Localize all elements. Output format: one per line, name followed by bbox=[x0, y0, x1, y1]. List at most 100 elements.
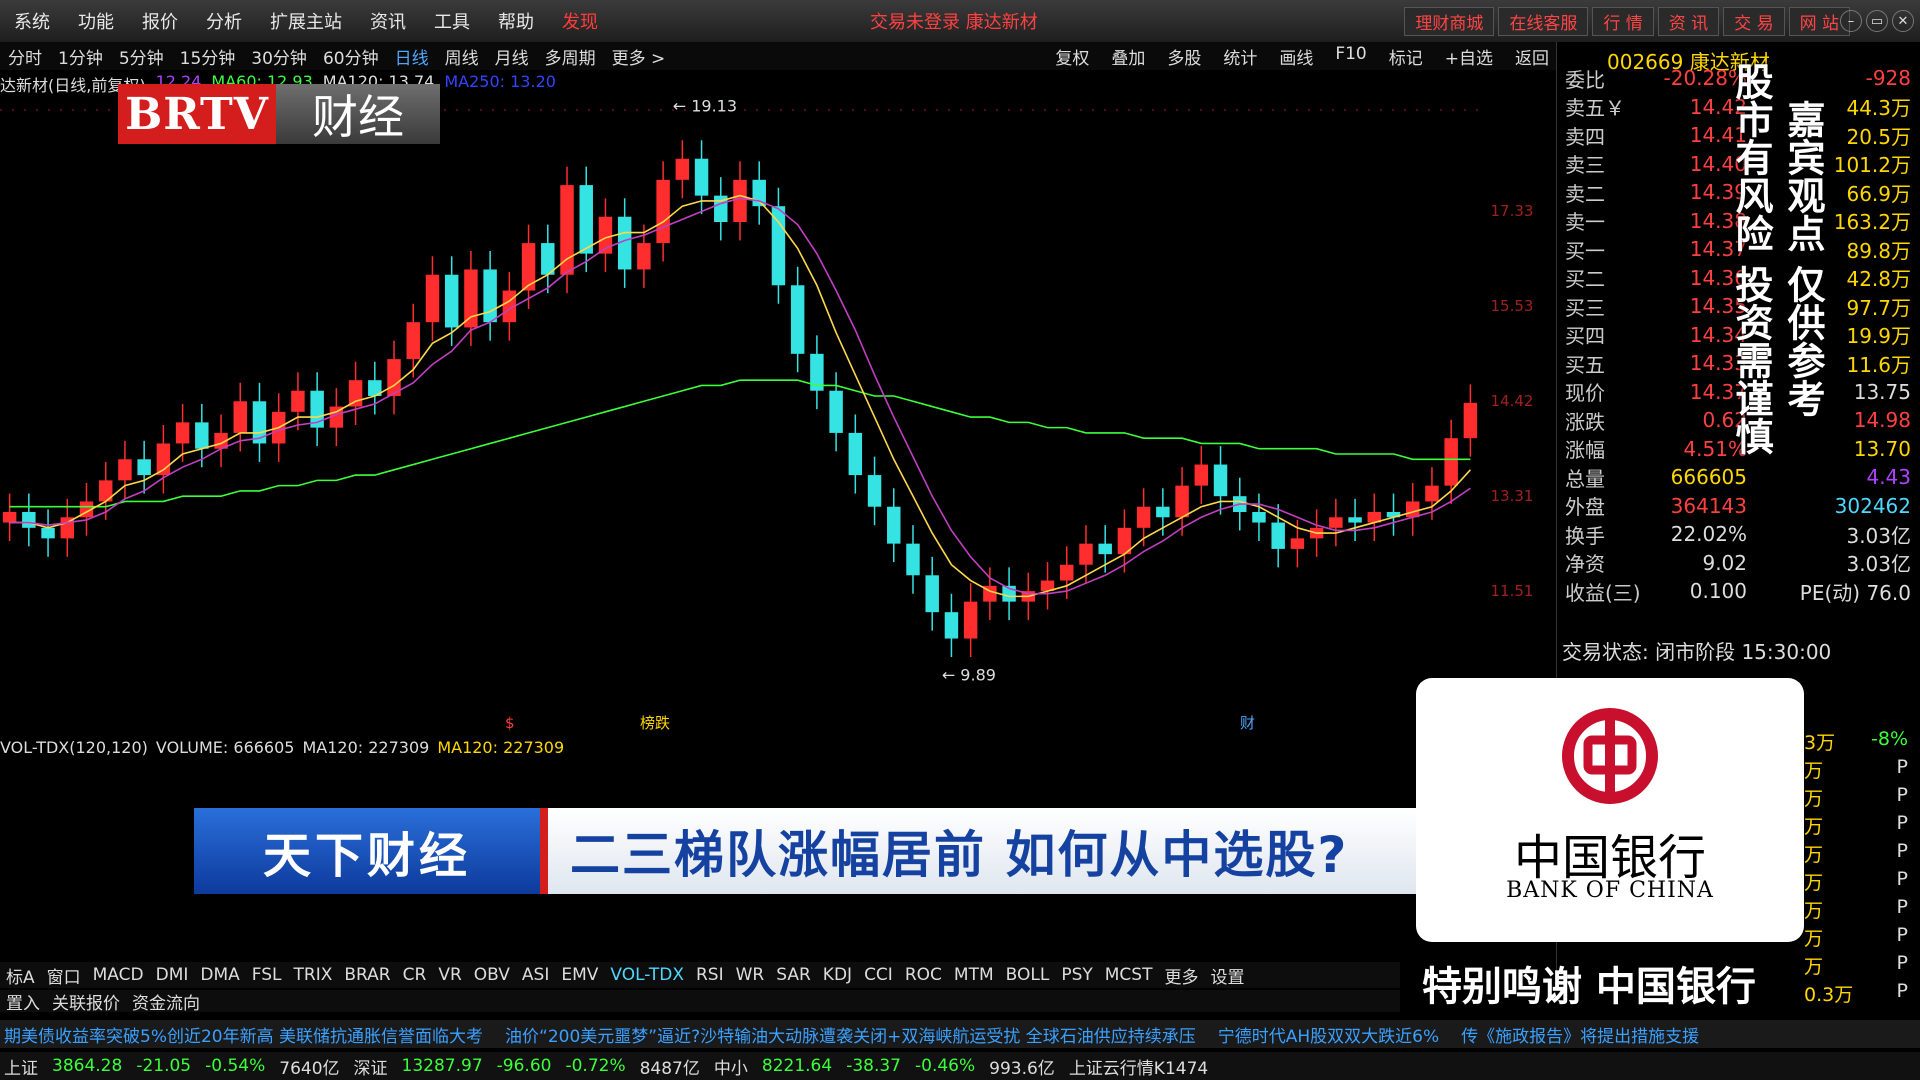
quote-value-right: 11.6万 bbox=[1846, 352, 1911, 377]
indicator-tab[interactable]: BOLL bbox=[1000, 965, 1056, 985]
tick-flag: P bbox=[1896, 980, 1908, 1002]
menu-item[interactable]: 帮助 bbox=[484, 8, 548, 34]
top-tab[interactable]: 交 易 bbox=[1723, 6, 1785, 36]
sub-tab[interactable]: 置入 bbox=[0, 989, 46, 1014]
tick-flag: P bbox=[1896, 868, 1908, 890]
sub-tab[interactable]: 资金流向 bbox=[126, 989, 206, 1014]
menu-item[interactable]: 系统 bbox=[0, 8, 64, 34]
news-item[interactable]: 期美债收益率突破5%创近20年新高 美联储抗通胀信誉面临大考 bbox=[4, 1022, 483, 1047]
tool-button[interactable]: +自选 bbox=[1434, 44, 1504, 69]
index-value: 993.6亿 bbox=[989, 1058, 1055, 1079]
tick-volume: 万 bbox=[1804, 872, 1824, 894]
period-tab[interactable]: 更多 > bbox=[604, 44, 674, 69]
period-tab[interactable]: 1分钟 bbox=[50, 44, 111, 69]
menu-item[interactable]: 扩展主站 bbox=[256, 8, 356, 34]
indicator-tab[interactable]: VR bbox=[432, 965, 467, 985]
indicator-tab[interactable]: EMV bbox=[555, 965, 604, 985]
period-tab[interactable]: 60分钟 bbox=[315, 44, 387, 69]
program-name: 天下财经 bbox=[194, 808, 540, 894]
period-tab[interactable]: 15分钟 bbox=[172, 44, 244, 69]
trade-state: 交易状态: 闭市阶段 15:30:00 bbox=[1562, 640, 1832, 664]
period-tab[interactable]: 多周期 bbox=[537, 44, 604, 69]
chart-mark: $ bbox=[505, 714, 515, 732]
restore-icon[interactable]: ▭ bbox=[1866, 10, 1888, 32]
top-tab[interactable]: 行 情 bbox=[1592, 6, 1654, 36]
indicator-tab[interactable]: SAR bbox=[770, 965, 817, 985]
news-item[interactable]: 油价“200美元噩梦”逼近?沙特输油大动脉遭袭关闭+双海峡航运受扰 全球石油供应… bbox=[505, 1022, 1196, 1047]
top-tab[interactable]: 理财商城 bbox=[1404, 6, 1495, 36]
tool-button[interactable]: 统计 bbox=[1212, 44, 1268, 69]
news-item[interactable]: 宁德时代AH股双双大跌近6% bbox=[1218, 1022, 1439, 1047]
sub-tab[interactable]: 关联报价 bbox=[46, 989, 126, 1014]
period-tab[interactable]: 30分钟 bbox=[243, 44, 315, 69]
tool-button[interactable]: F10 bbox=[1324, 44, 1377, 69]
indicator-tab[interactable]: 设置 bbox=[1204, 963, 1250, 988]
candle-body bbox=[1425, 485, 1439, 502]
indicator-tab[interactable]: OBV bbox=[468, 965, 516, 985]
tool-button[interactable]: 返回 bbox=[1504, 44, 1560, 69]
top-tab[interactable]: 在线客服 bbox=[1498, 6, 1589, 36]
period-tab[interactable]: 日线 bbox=[387, 44, 437, 69]
period-tab[interactable]: 周线 bbox=[437, 44, 487, 69]
period-tab[interactable]: 分时 bbox=[0, 44, 50, 69]
indicator-tab[interactable]: DMA bbox=[194, 965, 245, 985]
tick-volume: 万 bbox=[1804, 844, 1824, 866]
close-icon[interactable]: ✕ bbox=[1892, 10, 1914, 32]
indicator-tab[interactable]: CR bbox=[397, 965, 433, 985]
top-tab[interactable]: 资 讯 bbox=[1657, 6, 1720, 36]
tick-flag: P bbox=[1896, 952, 1908, 974]
banner-divider bbox=[540, 808, 548, 894]
menu-item[interactable]: 功能 bbox=[64, 8, 128, 34]
indicator-tab[interactable]: FSL bbox=[246, 965, 288, 985]
candle-body bbox=[425, 274, 440, 323]
indicator-tab[interactable]: WR bbox=[730, 965, 771, 985]
quote-label: 换手 bbox=[1565, 523, 1605, 548]
candle-body bbox=[1175, 485, 1189, 518]
indicator-tab[interactable]: ASI bbox=[516, 965, 555, 985]
indicator-tab[interactable]: BRAR bbox=[338, 965, 396, 985]
indicator-tab[interactable]: 标A bbox=[0, 963, 41, 988]
tool-button[interactable]: 标记 bbox=[1378, 44, 1434, 69]
candle-body bbox=[1079, 543, 1093, 565]
menu-item[interactable]: 发现 bbox=[548, 8, 612, 34]
indicator-tab[interactable]: ROC bbox=[899, 965, 948, 985]
candle-body bbox=[1060, 564, 1074, 581]
indicator-tab[interactable]: CCI bbox=[858, 965, 899, 985]
period-tab[interactable]: 月线 bbox=[487, 44, 537, 69]
menu-item[interactable]: 报价 bbox=[128, 8, 192, 34]
indicator-tab[interactable]: MCST bbox=[1099, 965, 1159, 985]
indicator-tab[interactable]: VOL-TDX bbox=[604, 965, 690, 985]
tick-flag: P bbox=[1896, 924, 1908, 946]
tick-volume: 万 bbox=[1804, 928, 1824, 950]
news-item[interactable]: 传《施政报告》将提出措施支援 bbox=[1461, 1022, 1699, 1047]
indicator-tab[interactable]: MACD bbox=[87, 965, 150, 985]
candle-body bbox=[464, 269, 478, 328]
tick-volume: 3万 bbox=[1804, 732, 1836, 754]
indicator-tab[interactable]: RSI bbox=[690, 965, 730, 985]
menu-item[interactable]: 分析 bbox=[192, 8, 256, 34]
kline-chart[interactable]: 17.33 15.53 14.42 13.31 11.51 ← 19.13 ← 9.89 $ 榜… bbox=[0, 96, 1556, 736]
menu-item[interactable]: 工具 bbox=[420, 8, 484, 34]
quote-label: 卖四 bbox=[1565, 124, 1605, 149]
menu-item[interactable]: 资讯 bbox=[356, 8, 420, 34]
tool-button[interactable]: 复权 bbox=[1044, 44, 1100, 69]
indicator-tab[interactable]: PSY bbox=[1055, 965, 1098, 985]
tool-button[interactable]: 叠加 bbox=[1100, 44, 1156, 69]
guest-disclaimer-text: 嘉宾观点 仅供参考 bbox=[1781, 100, 1825, 418]
indicator-tab[interactable]: TRIX bbox=[288, 965, 339, 985]
tick-flag: P bbox=[1896, 812, 1908, 834]
period-tab[interactable]: 5分钟 bbox=[111, 44, 172, 69]
indicator-tab[interactable]: MTM bbox=[948, 965, 1000, 985]
candle-body bbox=[348, 380, 363, 407]
indicator-tab[interactable]: 更多 bbox=[1158, 963, 1204, 988]
news-ticker[interactable]: 期美债收益率突破5%创近20年新高 美联储抗通胀信誉面临大考 油价“200美元噩梦… bbox=[0, 1020, 1920, 1048]
indicator-tab[interactable]: 窗口 bbox=[41, 963, 87, 988]
tool-button[interactable]: 画线 bbox=[1268, 44, 1324, 69]
tool-button[interactable]: 多股 bbox=[1156, 44, 1212, 69]
minimize-icon[interactable]: – bbox=[1840, 10, 1862, 32]
indicator-tab[interactable]: KDJ bbox=[817, 965, 858, 985]
tick-volume: 万 bbox=[1804, 956, 1824, 978]
tick-row: 0.3万 P bbox=[1804, 980, 1920, 1008]
candle-body bbox=[1271, 522, 1285, 549]
indicator-tab[interactable]: DMI bbox=[150, 965, 195, 985]
